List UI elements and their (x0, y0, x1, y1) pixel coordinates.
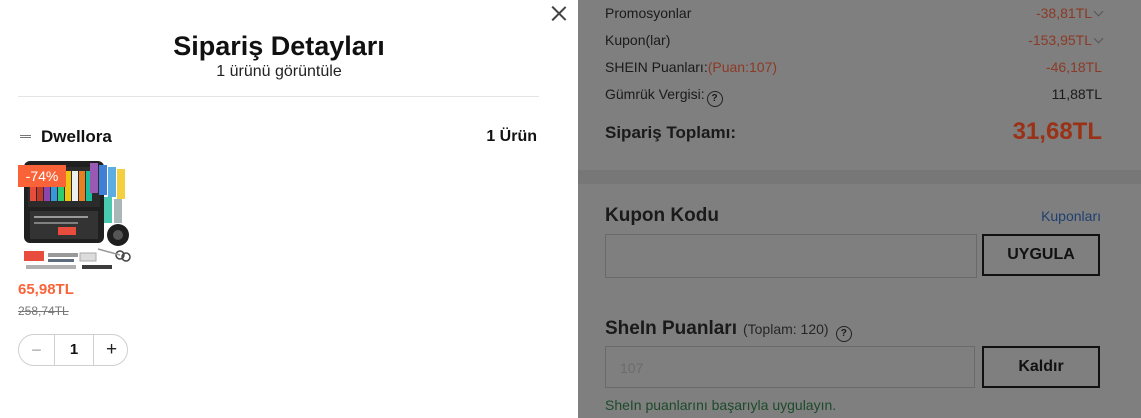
discount-badge: -74% (18, 165, 66, 187)
modal-subtitle: 1 ürünü görüntüle (216, 63, 342, 80)
points-title: SheIn Puanları (605, 318, 737, 339)
help-icon[interactable]: ? (706, 91, 723, 107)
points-input[interactable]: 107 (605, 346, 975, 388)
points-total: (Toplam: 120) (742, 321, 829, 337)
modal-title: Sipariş Detayları (173, 31, 385, 61)
coupons-row[interactable]: Kupon(lar) -153,95TL (605, 27, 1104, 54)
close-icon[interactable] (550, 4, 568, 22)
promotions-value: -38,81TL (1035, 5, 1092, 21)
shein-points-note: (Puan:107) (707, 59, 777, 75)
chevron-down-icon[interactable] (1093, 33, 1104, 44)
customs-duty-label: Gümrük Vergisi: (605, 86, 705, 102)
shein-points-value: -46,18TL (1045, 59, 1102, 75)
store-item-count: 1 Ürün (486, 128, 537, 145)
quantity-value[interactable]: 1 (54, 335, 94, 365)
shein-points-row: SHEIN Puanları:(Puan:107) -46,18TL (605, 54, 1102, 81)
order-details-modal: Sipariş Detayları 1 ürünü görüntüle Dwel… (0, 0, 578, 418)
chevron-down-icon[interactable] (1093, 6, 1104, 17)
points-success-message: SheIn puanlarını başarıyla uygulayın. (605, 397, 837, 413)
order-total-label: Sipariş Toplamı: (605, 123, 736, 142)
minus-icon[interactable]: − (19, 335, 54, 365)
customs-duty-value: 11,88TL (1051, 86, 1102, 102)
store-name[interactable]: Dwellora (41, 127, 112, 147)
order-total-value: 31,68TL (1012, 118, 1102, 145)
promotions-row[interactable]: Promosyonlar -38,81TL (605, 0, 1104, 27)
promotions-label: Promosyonlar (605, 5, 692, 21)
section-divider (578, 170, 1141, 184)
divider (18, 96, 539, 97)
order-summary-panel: Promosyonlar -38,81TL Kupon(lar) -153,95… (578, 0, 1141, 418)
coupons-label: Kupon(lar) (605, 32, 671, 48)
product-original-price: 258,74TL (18, 304, 69, 318)
customs-duty-row: Gümrük Vergisi:? 11,88TL (605, 81, 1102, 108)
price-breakdown: Promosyonlar -38,81TL Kupon(lar) -153,95… (605, 0, 1104, 108)
coupon-code-input[interactable] (605, 234, 977, 278)
quantity-stepper: − 1 + (18, 334, 128, 366)
coupons-value: -153,95TL (1028, 32, 1092, 48)
shein-points-label: SHEIN Puanları: (605, 59, 708, 75)
coupons-link[interactable]: Kuponları (1041, 208, 1101, 224)
help-icon[interactable]: ? (835, 326, 852, 342)
store-logo (20, 135, 31, 138)
apply-coupon-button[interactable]: UYGULA (982, 234, 1100, 276)
order-total-row: Sipariş Toplamı: 31,68TL (605, 118, 1102, 152)
remove-points-button[interactable]: Kaldır (982, 346, 1100, 388)
product-price: 65,98TL (18, 281, 74, 298)
coupon-title: Kupon Kodu (605, 205, 719, 226)
plus-icon[interactable]: + (94, 335, 129, 365)
